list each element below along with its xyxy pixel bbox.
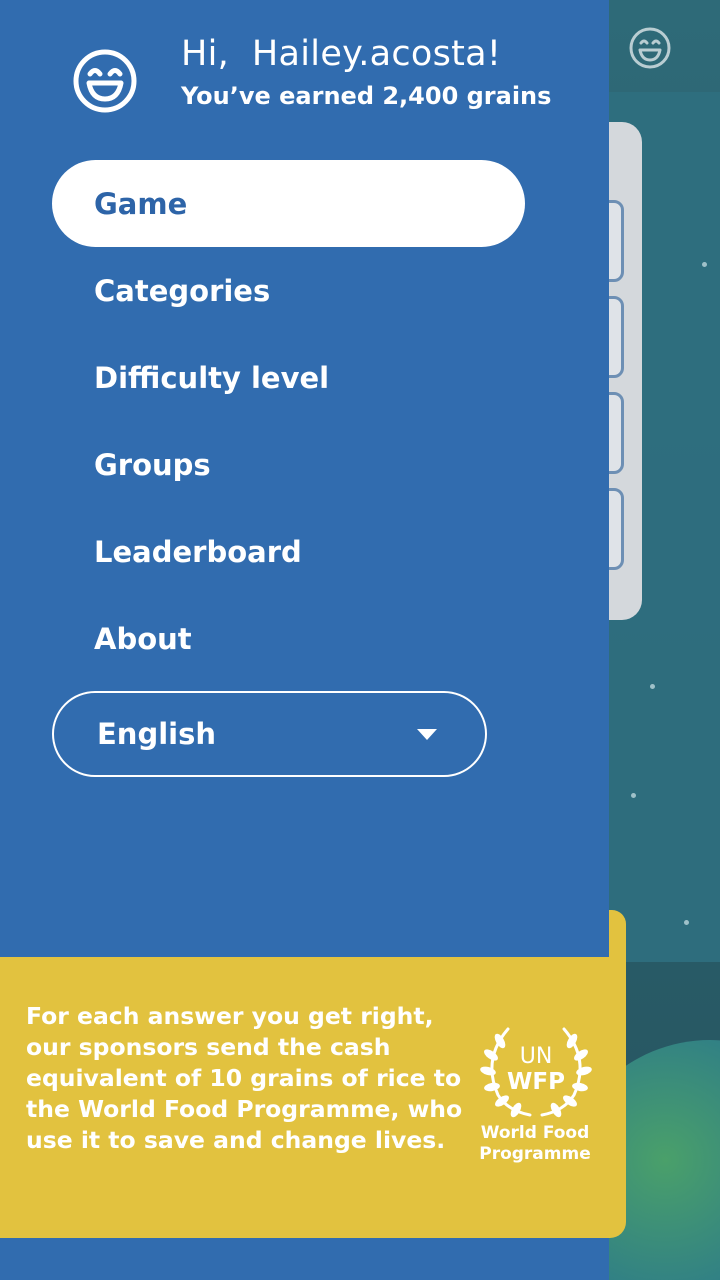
menu-item-categories[interactable]: Categories — [52, 247, 525, 334]
wfp-text: WFP — [507, 1069, 565, 1095]
menu-item-label: Game — [94, 186, 188, 221]
language-select[interactable]: English — [52, 691, 487, 777]
menu-item-leaderboard[interactable]: Leaderboard — [52, 508, 525, 595]
background-star — [650, 684, 655, 689]
menu-item-game[interactable]: Game — [52, 160, 525, 247]
menu-item-label: Leaderboard — [94, 534, 302, 569]
background-star — [631, 793, 636, 798]
grains-earned-text: You’ve earned 2,400 grains — [181, 82, 552, 110]
menu-item-label: Categories — [94, 273, 271, 308]
background-star — [702, 262, 707, 267]
wfp-org-name-line1: World Food — [480, 1123, 590, 1143]
background-star — [684, 920, 689, 925]
chevron-down-icon — [417, 728, 437, 740]
smiley-face-icon[interactable] — [628, 26, 672, 70]
greeting-text: Hi, Hailey.acosta! — [181, 34, 502, 74]
menu-item-label: About — [94, 621, 192, 656]
wfp-org-name-line2: Programme — [479, 1144, 591, 1164]
menu-item-label: Difficulty level — [94, 360, 330, 395]
wfp-info-panel: For each answer you get right, our spons… — [0, 957, 626, 1238]
drawer-menu: Game Categories Difficulty level Groups … — [52, 160, 525, 682]
menu-item-about[interactable]: About — [52, 595, 525, 682]
menu-item-label: Groups — [94, 447, 211, 482]
wfp-org-name: World Food Programme — [468, 1123, 602, 1165]
menu-item-difficulty-level[interactable]: Difficulty level — [52, 334, 525, 421]
wfp-info-text: For each answer you get right, our spons… — [26, 1002, 463, 1154]
un-text: UN — [520, 1044, 553, 1069]
language-select-value: English — [97, 717, 217, 751]
drawer-bottom — [0, 1238, 609, 1280]
smiley-face-icon[interactable] — [72, 48, 138, 114]
menu-item-groups[interactable]: Groups — [52, 421, 525, 508]
